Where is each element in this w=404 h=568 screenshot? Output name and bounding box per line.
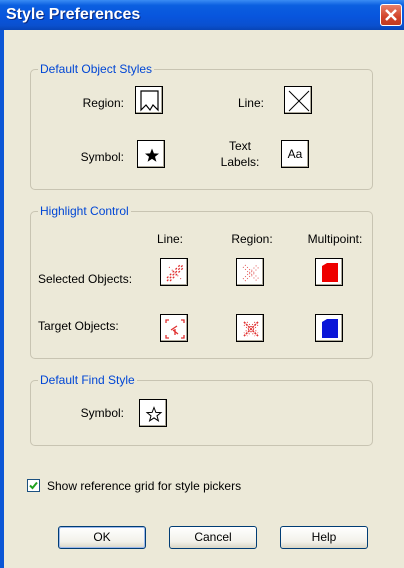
- highlight-region-column: Region:: [231, 232, 273, 246]
- region-style-button[interactable]: [135, 86, 163, 114]
- outline-star-icon: [145, 406, 163, 422]
- check-icon: [29, 481, 38, 490]
- text-labels-label-line1: Text: [228, 139, 251, 153]
- find-symbol-label: Symbol:: [80, 406, 124, 420]
- default-object-styles-group: [30, 69, 373, 190]
- show-grid-label[interactable]: Show reference grid for style pickers: [47, 479, 241, 493]
- region-style-icon: [140, 90, 159, 112]
- filled-blue-region-icon: [322, 319, 338, 338]
- text-labels-label-line2: Labels:: [220, 155, 260, 169]
- selected-objects-label: Selected Objects:: [38, 272, 133, 286]
- text-style-button[interactable]: Aa: [281, 140, 309, 168]
- symbol-label: Symbol:: [80, 150, 124, 164]
- symbol-style-button[interactable]: [137, 140, 165, 168]
- help-button[interactable]: Help: [280, 526, 368, 549]
- dotted-line-icon: [166, 264, 184, 282]
- show-grid-checkbox[interactable]: [27, 479, 40, 492]
- target-line-style-button[interactable]: [160, 314, 188, 342]
- line-style-icon: [288, 90, 310, 112]
- window-title: Style Preferences: [6, 6, 141, 23]
- filled-star-icon: [145, 148, 159, 162]
- line-label: Line:: [237, 96, 264, 110]
- close-icon: [385, 9, 397, 21]
- ok-button[interactable]: OK: [58, 526, 146, 549]
- highlight-line-column: Line:: [156, 232, 184, 246]
- cancel-button[interactable]: Cancel: [169, 526, 257, 549]
- line-style-button[interactable]: [284, 86, 312, 114]
- highlight-multipoint-column: Multipoint:: [307, 232, 363, 246]
- highlight-control-title: Highlight Control: [38, 204, 131, 218]
- selected-multipoint-style-button[interactable]: [315, 258, 343, 286]
- title-bar: Style Preferences: [0, 0, 404, 30]
- target-multipoint-style-button[interactable]: [315, 314, 343, 342]
- find-symbol-style-button[interactable]: [139, 399, 167, 427]
- window-frame: [0, 30, 4, 568]
- dotted-region-icon: [242, 264, 260, 282]
- target-objects-label: Target Objects:: [38, 319, 119, 333]
- filled-red-region-icon: [322, 263, 338, 282]
- selected-region-style-button[interactable]: [236, 258, 264, 286]
- default-object-styles-title: Default Object Styles: [38, 62, 155, 76]
- selected-line-style-button[interactable]: [160, 258, 188, 286]
- region-label: Region:: [82, 96, 124, 110]
- close-button[interactable]: [380, 4, 402, 26]
- target-dashed-line-icon: [165, 319, 185, 339]
- default-find-style-title: Default Find Style: [38, 373, 137, 387]
- crosshatch-region-icon: [243, 321, 259, 337]
- target-region-style-button[interactable]: [236, 314, 264, 342]
